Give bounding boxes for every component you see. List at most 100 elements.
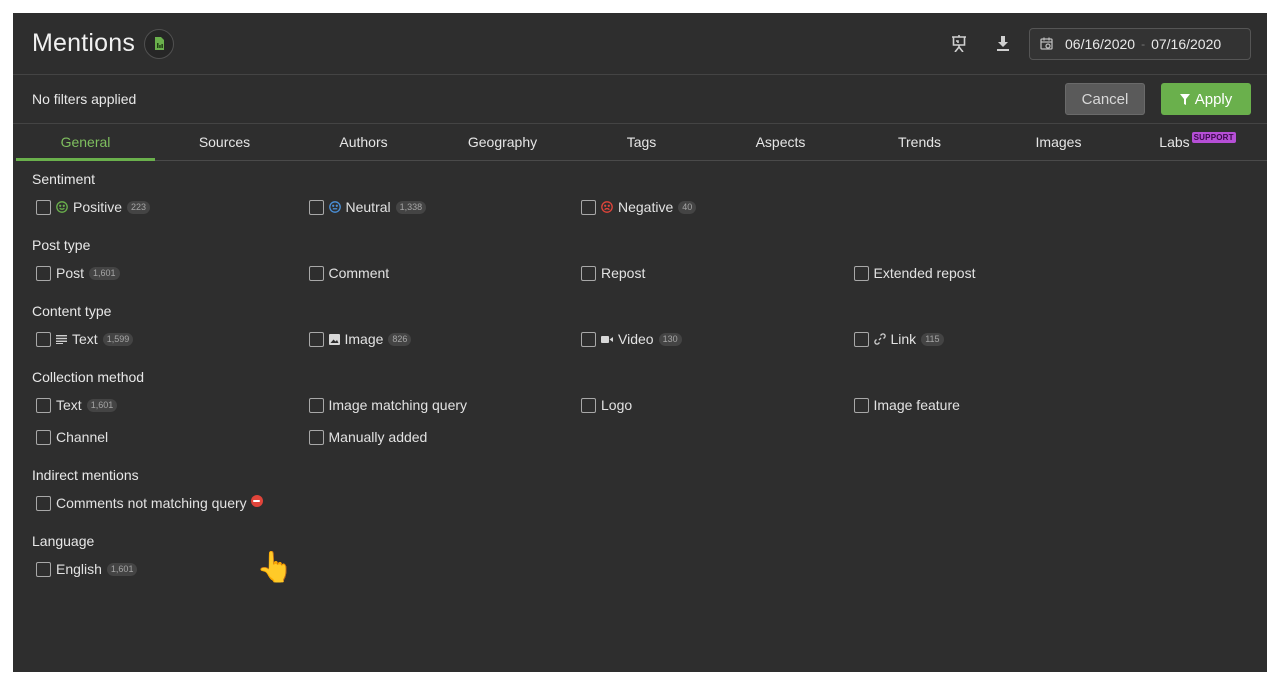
checkbox[interactable] xyxy=(581,265,596,281)
tab-labs[interactable]: Labs SUPPORT xyxy=(1128,124,1267,160)
count-badge: 826 xyxy=(388,332,412,346)
collection-channel-option[interactable]: Channel xyxy=(32,429,305,445)
checkbox[interactable] xyxy=(36,561,51,577)
tab-tags[interactable]: Tags xyxy=(572,124,711,160)
post-type-repost-option[interactable]: Repost xyxy=(577,265,850,281)
checkbox[interactable] xyxy=(853,397,869,413)
collection-text-option[interactable]: Text 1,601 xyxy=(32,397,305,413)
date-separator: - xyxy=(1141,36,1146,51)
smiley-negative-icon xyxy=(601,201,613,213)
post-type-extended-repost-option[interactable]: Extended repost xyxy=(850,265,1123,281)
tab-sources[interactable]: Sources xyxy=(155,124,294,160)
count-badge: 1,599 xyxy=(102,332,134,346)
count-badge: 223 xyxy=(127,200,151,214)
checkbox[interactable] xyxy=(308,265,324,281)
date-start[interactable]: 06/16/2020 xyxy=(1065,36,1135,52)
tab-aspects[interactable]: Aspects xyxy=(711,124,850,160)
presentation-button[interactable] xyxy=(947,32,971,56)
date-range-picker[interactable]: 06/16/2020 - 07/16/2020 xyxy=(1029,27,1251,60)
checkbox[interactable] xyxy=(36,397,51,413)
link-icon xyxy=(873,333,886,345)
apply-label: Apply xyxy=(1194,90,1233,108)
option-label: Comments not matching query xyxy=(56,495,247,511)
checkbox[interactable] xyxy=(581,397,596,413)
option-label: Logo xyxy=(601,397,633,413)
tab-label: Authors xyxy=(339,134,388,150)
sentiment-negative-option[interactable]: Negative 40 xyxy=(577,199,850,215)
language-options: English 1,601 xyxy=(32,553,1267,585)
checkbox[interactable] xyxy=(308,199,324,215)
tab-label: Trends xyxy=(897,134,942,150)
checkbox[interactable] xyxy=(853,265,869,281)
section-title-language: Language xyxy=(32,533,95,549)
smiley-neutral-icon xyxy=(328,201,341,213)
post-type-post-option[interactable]: Post 1,601 xyxy=(32,265,305,281)
checkbox[interactable] xyxy=(36,199,51,215)
sentiment-options: Positive 223 Neutral 1,338 Negative 40 xyxy=(32,191,1267,223)
presentation-icon xyxy=(952,35,966,52)
option-label: Extended repost xyxy=(873,265,976,281)
calendar-icon xyxy=(1040,37,1053,50)
count-badge: 1,601 xyxy=(86,398,118,412)
collection-image-feature-option[interactable]: Image feature xyxy=(850,397,1123,413)
content-type-video-option[interactable]: Video 130 xyxy=(577,331,850,347)
content-type-text-option[interactable]: Text 1,599 xyxy=(32,331,305,347)
sentiment-neutral-option[interactable]: Neutral 1,338 xyxy=(305,199,578,215)
section-title-indirect-mentions: Indirect mentions xyxy=(32,467,139,483)
tab-label: Sources xyxy=(198,134,251,150)
cancel-button[interactable]: Cancel xyxy=(1065,83,1145,115)
collection-logo-option[interactable]: Logo xyxy=(577,397,850,413)
content-type-options: Text 1,599 Image 826 Video 130 Link 115 xyxy=(32,323,1267,355)
option-label: Positive xyxy=(73,199,123,215)
collection-method-options-row-1: Text 1,601 Image matching query Logo Ima… xyxy=(32,389,1267,421)
page-title: Mentions xyxy=(32,29,136,57)
checkbox[interactable] xyxy=(581,199,596,215)
tab-label: Labs xyxy=(1159,134,1190,150)
checkbox[interactable] xyxy=(36,331,51,347)
checkbox[interactable] xyxy=(308,397,324,413)
header: Mentions 06/16/2020 - 07/16/2020 xyxy=(13,13,1267,75)
image-icon xyxy=(328,333,340,345)
checkbox[interactable] xyxy=(581,331,596,347)
export-spreadsheet-button[interactable] xyxy=(144,28,175,59)
collection-method-options-row-2: Channel Manually added xyxy=(32,421,1267,453)
tab-label: Tags xyxy=(626,134,657,150)
count-badge: 115 xyxy=(921,332,944,346)
download-button[interactable] xyxy=(991,32,1015,56)
indirect-mentions-options: Comments not matching query xyxy=(32,487,1267,519)
comments-not-matching-query-option[interactable]: Comments not matching query xyxy=(32,495,263,511)
option-label: English xyxy=(56,561,102,577)
checkbox[interactable] xyxy=(36,429,51,445)
option-label: Post xyxy=(56,265,85,281)
remove-circle-icon[interactable] xyxy=(250,495,263,507)
tab-images[interactable]: Images xyxy=(989,124,1128,160)
tab-general[interactable]: General xyxy=(16,124,155,161)
content-type-link-option[interactable]: Link 115 xyxy=(850,331,1123,347)
collection-manually-added-option[interactable]: Manually added xyxy=(305,429,578,445)
section-title-sentiment: Sentiment xyxy=(32,171,96,187)
option-label: Image matching query xyxy=(328,397,468,413)
mentions-filter-panel: Mentions 06/16/2020 - 07/16/2020 No filt… xyxy=(13,13,1267,672)
checkbox[interactable] xyxy=(36,265,51,281)
post-type-options: Post 1,601 Comment Repost Extended repos… xyxy=(32,257,1267,289)
option-label: Link xyxy=(890,331,917,347)
checkbox[interactable] xyxy=(308,429,324,445)
apply-button[interactable]: Apply xyxy=(1161,83,1251,115)
option-label: Image xyxy=(344,331,384,347)
option-label: Manually added xyxy=(328,429,428,445)
tab-trends[interactable]: Trends xyxy=(850,124,989,160)
checkbox[interactable] xyxy=(308,331,324,347)
smiley-positive-icon xyxy=(56,201,68,213)
date-end[interactable]: 07/16/2020 xyxy=(1151,36,1221,52)
sentiment-positive-option[interactable]: Positive 223 xyxy=(32,199,305,215)
support-badge: SUPPORT xyxy=(1191,131,1236,143)
content-type-image-option[interactable]: Image 826 xyxy=(305,331,578,347)
checkbox[interactable] xyxy=(853,331,869,347)
checkbox[interactable] xyxy=(36,495,51,511)
tab-geography[interactable]: Geography xyxy=(433,124,572,160)
post-type-comment-option[interactable]: Comment xyxy=(305,265,578,281)
tab-authors[interactable]: Authors xyxy=(294,124,433,160)
tab-label: Images xyxy=(1035,134,1082,150)
collection-image-matching-query-option[interactable]: Image matching query xyxy=(305,397,578,413)
section-title-content-type: Content type xyxy=(32,303,112,319)
